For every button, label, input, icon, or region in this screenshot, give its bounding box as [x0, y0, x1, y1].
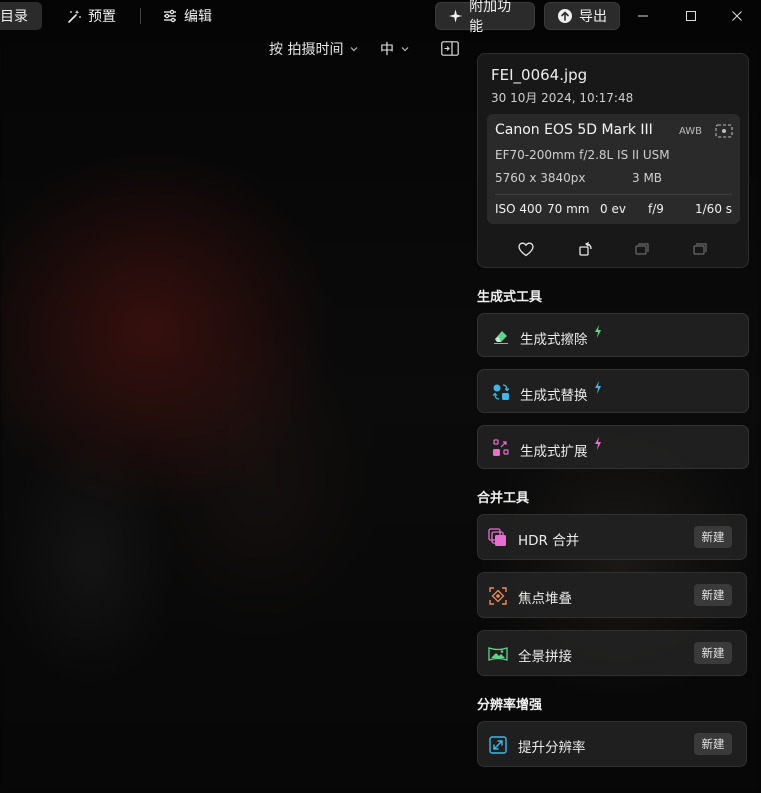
chevron-down-icon — [351, 47, 358, 52]
maximize-icon — [686, 11, 696, 21]
file-name: FEI_0064.jpg — [491, 66, 588, 84]
resolution-heading: 分辨率增强 — [477, 698, 543, 713]
tool-label: 焦点堆叠 — [518, 591, 572, 607]
presets-label: 预置 — [88, 9, 116, 25]
awb-badge: AWB — [679, 126, 703, 137]
image-dimensions: 5760 x 3840px — [495, 171, 586, 185]
tool-label: 生成式替换 — [520, 388, 588, 404]
photo-info-card: FEI_0064.jpg 30 10月 2024, 10:17:48 Canon… — [477, 53, 749, 268]
lightning-icon — [595, 325, 601, 338]
catalog-label: 目录 — [0, 9, 28, 25]
magic-wand-icon — [68, 10, 81, 23]
focal-length: 70 mm — [547, 202, 590, 216]
presets-button[interactable]: 预置 — [66, 2, 116, 30]
toolbar-divider — [140, 8, 141, 24]
lens-model: EF70-200mm f/2.8L IS II USM — [495, 148, 670, 162]
stack-button[interactable] — [632, 239, 652, 259]
catalog-button[interactable]: 目录 — [0, 2, 42, 30]
capture-date: 30 10月 2024, 10:17:48 — [491, 91, 634, 105]
minimize-button[interactable] — [633, 6, 653, 26]
focus-mode-icon — [715, 124, 733, 138]
generative-replace-button[interactable]: 生成式替换 — [477, 369, 749, 413]
new-hdr-button[interactable]: 新建 — [694, 526, 732, 548]
close-button[interactable] — [727, 6, 747, 26]
lightning-icon — [595, 381, 601, 394]
upscale-icon — [489, 736, 507, 754]
new-upscale-button[interactable]: 新建 — [694, 733, 732, 755]
new-panorama-button[interactable]: 新建 — [694, 642, 732, 664]
thumbnail-size-dropdown[interactable]: 中 — [380, 40, 410, 58]
tool-label: HDR 合并 — [518, 533, 580, 549]
addons-label: 附加功能 — [469, 0, 512, 35]
exif-divider — [495, 194, 732, 195]
tool-label: 提升分辨率 — [518, 740, 586, 756]
panorama-row: 全景拼接 新建 — [477, 630, 747, 676]
stack-icon — [635, 243, 649, 255]
copy-button[interactable] — [690, 239, 710, 259]
generative-expand-button[interactable]: 生成式扩展 — [477, 425, 749, 469]
tool-label: 生成式擦除 — [520, 332, 588, 348]
camera-model: Canon EOS 5D Mark III — [495, 122, 653, 138]
shutter-speed: 1/60 s — [695, 202, 733, 216]
focus-stack-icon — [489, 587, 507, 605]
generative-tools-heading: 生成式工具 — [477, 290, 543, 305]
photo-actions — [478, 239, 748, 261]
size-label: 中 — [380, 42, 394, 58]
rotate-button[interactable] — [576, 239, 596, 259]
export-label: 导出 — [579, 9, 607, 25]
tool-label: 全景拼接 — [518, 649, 572, 665]
upload-icon — [558, 9, 572, 23]
new-focus-stack-button[interactable]: 新建 — [694, 584, 732, 606]
eraser-icon — [494, 331, 508, 344]
merge-tools-heading: 合并工具 — [477, 491, 530, 506]
sort-label: 按 拍摄时间 — [269, 42, 344, 58]
upscale-row: 提升分辨率 新建 — [477, 721, 747, 767]
top-toolbar: 目录 预置 编辑 附加功能 导出 — [0, 0, 761, 35]
addons-button[interactable]: 附加功能 — [435, 0, 535, 35]
exif-panel: Canon EOS 5D Mark III AWB EF70-200mm f/2… — [487, 114, 740, 224]
sort-dropdown[interactable]: 按 拍摄时间 — [269, 40, 359, 58]
iso-value: ISO 400 — [495, 202, 543, 216]
edit-label: 编辑 — [184, 9, 212, 25]
chevron-down-icon — [401, 47, 409, 52]
hdr-merge-row: HDR 合并 新建 — [477, 514, 747, 560]
aperture-value: f/9 — [648, 202, 664, 216]
close-icon — [732, 11, 742, 21]
rotate-icon — [579, 241, 592, 256]
panorama-icon — [488, 647, 508, 661]
hdr-merge-icon — [488, 528, 506, 546]
copy-icon — [693, 243, 707, 255]
tool-label: 生成式扩展 — [520, 444, 588, 460]
generative-erase-button[interactable]: 生成式擦除 — [477, 313, 749, 357]
favorite-button[interactable] — [516, 239, 536, 259]
minimize-icon — [638, 15, 648, 17]
heart-icon — [518, 242, 534, 256]
sliders-icon — [164, 9, 176, 23]
edit-button[interactable]: 编辑 — [162, 2, 212, 30]
exposure-comp: 0 ev — [600, 202, 626, 216]
expand-icon — [493, 439, 509, 456]
export-button[interactable]: 导出 — [544, 2, 620, 30]
file-size: 3 MB — [632, 171, 663, 185]
maximize-button[interactable] — [681, 6, 701, 26]
toggle-panel-icon[interactable] — [441, 41, 459, 56]
focus-stack-row: 焦点堆叠 新建 — [477, 572, 747, 618]
replace-icon — [492, 384, 510, 400]
sparkle-icon — [448, 9, 463, 23]
lightning-icon — [595, 437, 601, 450]
